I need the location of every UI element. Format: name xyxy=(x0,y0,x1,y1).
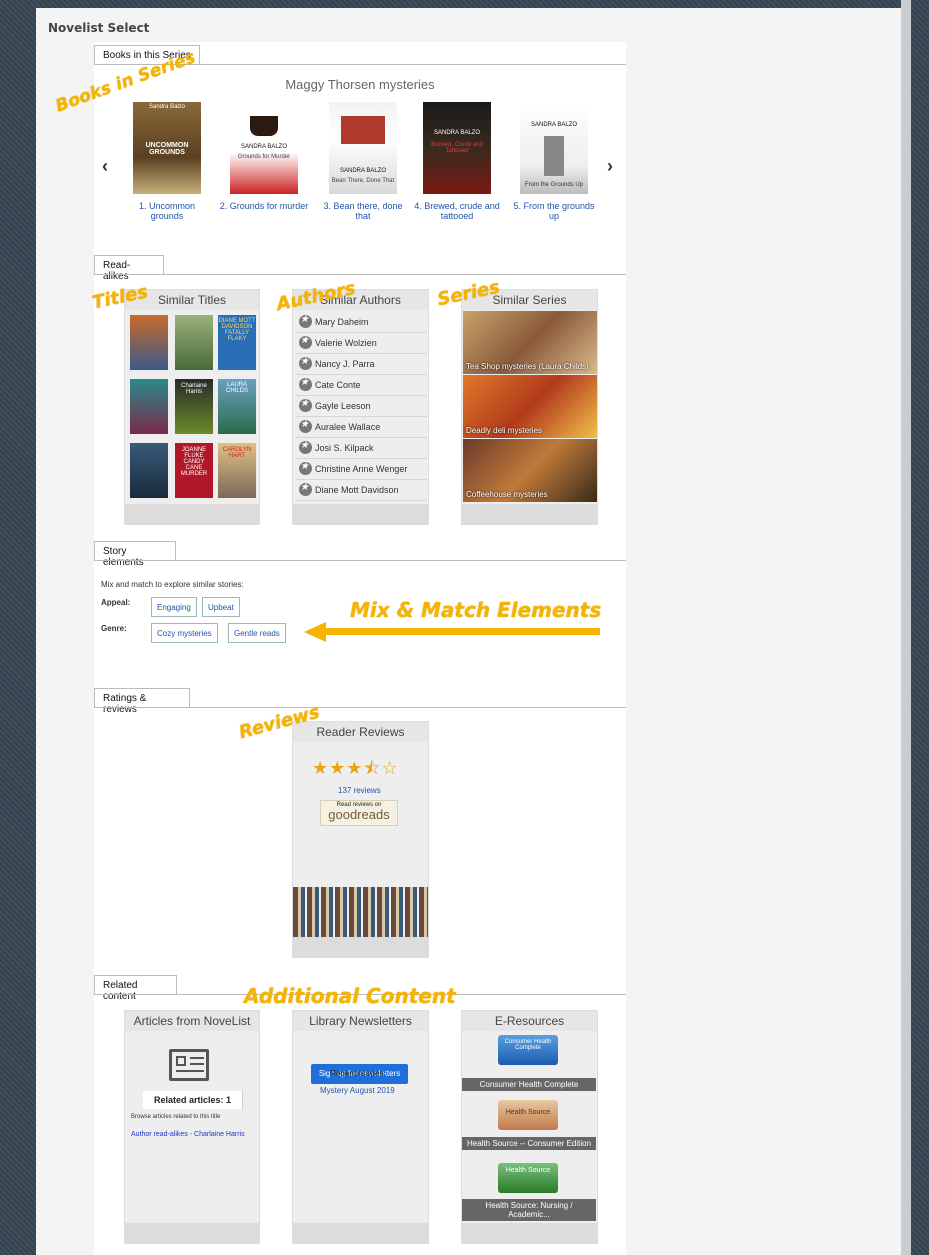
similar-titles-panel: Similar Titles DIANE MOTT DAVIDSON FATAL… xyxy=(124,289,260,525)
title-cover[interactable]: DIANE MOTT DAVIDSON FATALLY FLAKY xyxy=(218,315,256,370)
article-link[interactable]: Author read-alikes - Charlaine Harris xyxy=(131,1131,245,1138)
annotation-additional-content: Additional Content xyxy=(244,984,456,1008)
articles-note: Browse articles related to this title xyxy=(131,1114,221,1120)
author-item[interactable]: Cate Conte xyxy=(295,375,427,396)
genre-chip-gentle[interactable]: Gentle reads xyxy=(228,623,286,643)
goodreads-button[interactable]: Read reviews on goodreads xyxy=(320,800,398,826)
tab-divider xyxy=(94,707,626,708)
author-item[interactable]: Christine Anne Wenger xyxy=(295,459,427,480)
author-item[interactable]: Auralee Wallace xyxy=(295,417,427,438)
book-cover[interactable]: SANDRA BALZO Grounds for Murder xyxy=(230,102,298,194)
articles-panel: Articles from NoveList Related articles:… xyxy=(124,1010,260,1244)
series-item[interactable]: Tea Shop mysteries (Laura Childs) xyxy=(463,311,597,374)
author-item[interactable]: Mary Daheim xyxy=(295,312,427,333)
rating-stars: ★★★⯪☆ xyxy=(312,758,399,778)
prev-arrow-icon[interactable]: ‹ xyxy=(102,156,108,177)
title-cover[interactable]: LAURA CHILDS xyxy=(218,379,256,434)
author-item[interactable]: Nancy J. Parra xyxy=(295,354,427,375)
tab-related-content[interactable]: Related content xyxy=(94,975,177,1002)
star-icon xyxy=(299,461,312,475)
health-source-logo[interactable]: Health Source xyxy=(498,1100,558,1130)
star-icon xyxy=(299,377,312,391)
series-title: Maggy Thorsen mysteries xyxy=(285,77,435,92)
scroll-gutter xyxy=(901,0,911,1255)
newsletters-panel: Library Newsletters xyxy=(292,1010,429,1244)
author-item[interactable]: Gayle Leeson xyxy=(295,396,427,417)
book-item-1[interactable]: Sandra Balzo UNCOMMON GROUNDS 1. Uncommo… xyxy=(122,102,212,221)
author-item[interactable]: Valerie Wolzien xyxy=(295,333,427,354)
star-icon xyxy=(299,482,312,496)
book-link[interactable]: 3. Bean there, done that xyxy=(318,201,408,221)
eresource-label[interactable]: Health Source: Nursing / Academic... xyxy=(462,1199,596,1221)
tab-divider xyxy=(94,274,626,275)
genre-label: Genre: xyxy=(101,624,127,633)
star-icon xyxy=(299,356,312,370)
story-intro: Mix and match to explore similar stories… xyxy=(101,580,244,589)
panel-heading: E-Resources xyxy=(462,1011,597,1031)
similar-series-panel: Similar Series Tea Shop mysteries (Laura… xyxy=(461,289,598,525)
eresource-label[interactable]: Health Source -- Consumer Edition xyxy=(462,1137,596,1150)
panel-heading: Articles from NoveList xyxy=(125,1011,259,1031)
recent-issues-label: Recent issues: xyxy=(330,1069,387,1078)
book-link[interactable]: 2. Grounds for murder xyxy=(219,201,309,211)
panel-heading: Reader Reviews xyxy=(293,722,428,742)
eresource-label[interactable]: Consumer Health Complete xyxy=(462,1078,596,1091)
book-cover[interactable]: SANDRA BALZO Brewed, Crude and Tattooed xyxy=(423,102,491,194)
book-item-2[interactable]: SANDRA BALZO Grounds for Murder 2. Groun… xyxy=(219,102,309,211)
genre-chip-cozy[interactable]: Cozy mysteries xyxy=(151,623,218,643)
appeal-chip-upbeat[interactable]: Upbeat xyxy=(202,597,240,617)
tab-read-alikes[interactable]: Read-alikes xyxy=(94,255,164,282)
title-cover[interactable] xyxy=(175,315,213,370)
similar-authors-panel: Similar Authors Mary Daheim Valerie Wolz… xyxy=(292,289,429,525)
tab-ratings-reviews[interactable]: Ratings & reviews xyxy=(94,688,190,715)
book-link[interactable]: 1. Uncommon grounds xyxy=(122,201,212,221)
author-item[interactable]: Diane Mott Davidson xyxy=(295,480,427,501)
star-icon xyxy=(299,398,312,412)
star-icon xyxy=(299,440,312,454)
star-icon xyxy=(299,419,312,433)
title-cover[interactable] xyxy=(130,443,168,498)
newspaper-icon xyxy=(169,1049,209,1081)
annotation-mix-match: Mix & Match Elements xyxy=(350,598,602,622)
health-source-nursing-logo[interactable]: Health Source xyxy=(498,1163,558,1193)
book-item-4[interactable]: SANDRA BALZO Brewed, Crude and Tattooed … xyxy=(412,102,502,221)
title-cover[interactable]: CAROLYN HART xyxy=(218,443,256,498)
book-link[interactable]: 5. From the grounds up xyxy=(509,201,599,221)
title-cover[interactable]: Charlaine Harris xyxy=(175,379,213,434)
reviews-count-link[interactable]: 137 reviews xyxy=(338,786,381,795)
tab-divider xyxy=(94,560,626,561)
book-cover[interactable]: Sandra Balzo UNCOMMON GROUNDS xyxy=(133,102,201,194)
book-item-5[interactable]: SANDRA BALZO From the Grounds Up 5. From… xyxy=(509,102,599,221)
next-arrow-icon[interactable]: › xyxy=(607,156,613,177)
book-cover[interactable]: SANDRA BALZO From the Grounds Up xyxy=(520,102,588,194)
book-cover[interactable]: SANDRA BALZO Bean There, Done That xyxy=(329,102,397,194)
tab-story-elements[interactable]: Story elements xyxy=(94,541,176,568)
app-title: Novelist Select xyxy=(48,21,150,35)
title-cover[interactable] xyxy=(130,379,168,434)
appeal-chip-engaging[interactable]: Engaging xyxy=(151,597,197,617)
series-item[interactable]: Deadly deli mysteries xyxy=(463,375,597,438)
series-item[interactable]: Coffeehouse mysteries xyxy=(463,439,597,502)
author-item[interactable]: Josi S. Kilpack xyxy=(295,438,427,459)
annotation-arrow xyxy=(304,622,600,642)
book-link[interactable]: 4. Brewed, crude and tattooed xyxy=(412,201,502,221)
consumer-health-logo[interactable]: Consumer Health Complete xyxy=(498,1035,558,1065)
star-icon xyxy=(299,314,312,328)
book-item-3[interactable]: SANDRA BALZO Bean There, Done That 3. Be… xyxy=(318,102,408,221)
books-image xyxy=(293,887,428,937)
panel-heading: Library Newsletters xyxy=(293,1011,428,1031)
related-articles-count: Related articles: 1 xyxy=(143,1091,243,1109)
appeal-label: Appeal: xyxy=(101,598,131,607)
star-icon xyxy=(299,335,312,349)
title-cover[interactable]: JOANNE FLUKE CANDY CANE MURDER xyxy=(175,443,213,498)
title-cover[interactable] xyxy=(130,315,168,370)
issue-link[interactable]: Mystery August 2019 xyxy=(320,1086,395,1095)
